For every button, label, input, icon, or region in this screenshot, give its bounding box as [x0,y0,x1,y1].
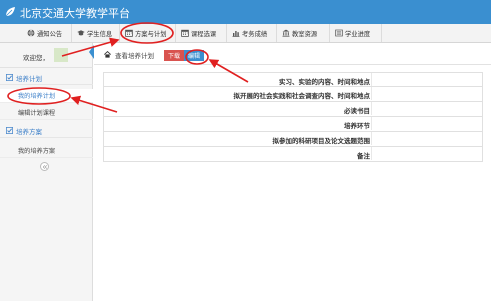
row-label: 培养环节 [344,122,370,130]
welcome-panel: 欢迎您， [0,43,93,68]
row-label: 拟开展的社会实践和社会调查内容、时间和地点 [233,92,371,100]
nav-label: 学业进度 [345,30,371,38]
nav-label: 课程选课 [191,30,217,38]
graduation-cap-icon [77,30,85,36]
sidebar-item-label: 编辑计划课程 [18,110,56,117]
calendar-icon [181,29,189,37]
nav-label: 方案与计划 [135,30,167,38]
sidebar-item-label: 我的培养计划 [18,93,56,100]
plan-table: 实习、实验的内容、时间和地点 拟开展的社会实践和社会调查内容、时间和地点 必读书… [103,72,483,162]
checkbox-checked-icon [6,127,13,134]
table-row: 培养环节 [103,117,483,132]
nav-item-student-info[interactable]: 学生信息 [72,24,120,42]
sidebar-item-label: 我的培养方案 [18,148,56,155]
checkbox-checked-icon [6,74,13,81]
table-row: 拟开展的社会实践和社会调查内容、时间和地点 [103,87,483,102]
download-button[interactable]: 下载 [164,50,185,61]
row-label: 必读书目 [344,107,370,115]
nav-label: 学生信息 [87,30,113,38]
row-divider [371,132,372,145]
sidebar-group-label: 培养方案 [16,127,42,136]
breadcrumb: 查看培养计划 下载 编辑 [94,43,491,65]
sidebar-item-edit-plan-courses[interactable]: 编辑计划课程 [0,106,93,120]
avatar [54,48,68,62]
row-label: 实习、实验的内容、时间和地点 [279,78,370,86]
row-divider [371,117,372,130]
home-icon [104,51,111,58]
row-divider [371,87,372,100]
double-chevron-left-icon [42,164,47,169]
edit-button[interactable]: 编辑 [184,50,205,61]
sidebar-group-label: 培养计划 [16,74,42,83]
sidebar: 欢迎您， 培养计划 我的培养计划 编辑计划课程 培养方案 我的培养方案 [0,43,93,301]
sidebar-item-my-training-program[interactable]: 我的培养方案 [0,144,93,158]
calendar-icon [125,29,133,37]
nav-item-exams-grades[interactable]: 考务成绩 [227,24,277,42]
globe-icon [27,29,35,37]
list-icon [335,29,343,37]
sidebar-group-training-plan[interactable]: 培养计划 [0,71,93,85]
row-divider [371,102,372,115]
welcome-text: 欢迎您， [23,54,49,62]
row-label: 备注 [357,152,370,160]
nav-item-course-selection[interactable]: 课程选课 [176,24,227,42]
table-row: 拟参加的科研项目及论文选题范围 [103,132,483,147]
nav-label: 通知公告 [37,30,63,38]
nav-label: 教室资源 [292,30,318,38]
sidebar-group-training-program[interactable]: 培养方案 [0,124,93,138]
top-navbar: 通知公告 学生信息 方案与计划 课程选课 考务成绩 教室资源 学业进度 [0,24,491,43]
nav-item-plans[interactable]: 方案与计划 [120,24,176,42]
nav-item-notices[interactable]: 通知公告 [22,24,72,42]
title-bar: 北京交通大学教学平台 [0,0,491,24]
nav-item-academic-progress[interactable]: 学业进度 [330,24,382,42]
nav-label: 考务成绩 [242,30,268,38]
page-title: 查看培养计划 [115,52,154,60]
nav-item-classroom-resources[interactable]: 教室资源 [277,24,330,42]
sidebar-collapse-button[interactable] [40,162,49,171]
row-divider [371,147,372,160]
leaf-logo-icon [5,7,15,17]
table-row: 实习、实验的内容、时间和地点 [103,72,483,87]
bank-icon [282,29,290,37]
app-title: 北京交通大学教学平台 [20,7,130,20]
row-divider [371,73,372,86]
row-label: 拟参加的科研项目及论文选题范围 [272,137,371,145]
bar-chart-icon [232,31,240,37]
table-row: 备注 [103,147,483,162]
table-row: 必读书目 [103,102,483,117]
sidebar-item-my-training-plan[interactable]: 我的培养计划 [0,89,93,103]
